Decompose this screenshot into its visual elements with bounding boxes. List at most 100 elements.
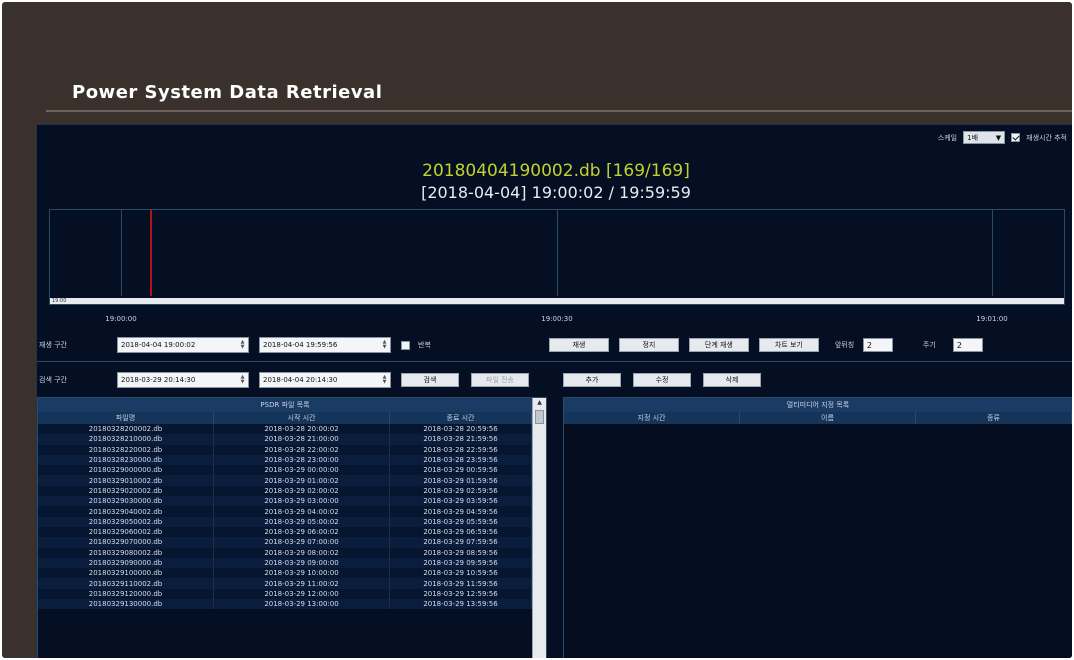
play-range-label: 재생 구간 [39, 341, 67, 349]
timeline-gridline [121, 210, 122, 296]
search-button[interactable]: 검색 [401, 373, 459, 387]
table-row[interactable]: 20180329050002.db 2018-03-29 05:00:02 2018… [38, 516, 532, 527]
step-play-button[interactable]: 단계 재생 [688, 338, 749, 352]
table-cell: 2018-03-29 08:00:02 [214, 547, 390, 558]
file-list-title: PSDR 파일 목록 [38, 398, 532, 412]
table-cell: 20180329000000.db [38, 465, 214, 476]
title-divider [46, 110, 1072, 112]
spinner-icon[interactable]: ▲ ▼ [381, 340, 388, 350]
table-row[interactable]: 20180329110002.db 2018-03-29 11:00:02 2018… [38, 578, 532, 589]
table-cell: 2018-03-28 22:00:02 [214, 444, 390, 455]
table-cell: 2018-03-29 12:59:56 [390, 588, 532, 600]
repeat-label: 반복 [418, 341, 431, 349]
table-row[interactable]: 20180329020002.db 2018-03-29 02:00:02 2018… [38, 485, 532, 497]
table-row[interactable]: 20180328230000.db 2018-03-28 23:00:00 2018… [38, 454, 532, 466]
table-cell: 20180329060002.db [38, 526, 214, 538]
table-cell: 20180329100000.db [38, 568, 214, 579]
follow-label: 재생시간 추적 [1026, 133, 1067, 142]
table-row[interactable]: 20180329100000.db 2018-03-29 10:00:00 2018… [38, 568, 532, 579]
table-cell: 20180329070000.db [38, 537, 214, 548]
search-start-value: 2018-03-29 20:14:30 [121, 376, 196, 384]
column-header[interactable]: 종류 [916, 412, 1072, 424]
table-cell: 2018-03-29 04:59:56 [390, 506, 532, 517]
table-cell: 2018-03-29 01:00:02 [214, 475, 390, 486]
table-row[interactable]: 20180329000000.db 2018-03-29 00:00:00 2018… [38, 465, 532, 476]
follow-checkbox[interactable] [1011, 133, 1021, 142]
table-row[interactable]: 20180329060002.db 2018-03-29 06:00:02 2018… [38, 526, 532, 538]
play-start-field[interactable]: 2018-04-04 19:00:02 ▲ ▼ [117, 337, 249, 353]
spinner-icon[interactable]: ▲ ▼ [239, 375, 246, 385]
table-row[interactable]: 20180329010002.db 2018-03-29 01:00:02 2018… [38, 475, 532, 486]
table-cell: 2018-03-29 00:59:56 [390, 465, 532, 476]
table-row[interactable]: 20180329130000.db 2018-03-29 13:00:00 2018… [38, 599, 532, 610]
table-cell: 2018-03-29 07:00:00 [214, 537, 390, 548]
column-header[interactable]: 이름 [740, 412, 916, 424]
table-cell: 2018-03-28 21:00:00 [214, 434, 390, 445]
table-cell: 2018-03-28 22:59:56 [390, 444, 532, 455]
table-cell: 20180328230000.db [38, 454, 214, 466]
table-cell: 20180329090000.db [38, 557, 214, 569]
scroll-up-icon[interactable]: ▲ [533, 398, 546, 408]
table-cell: 20180329020002.db [38, 485, 214, 497]
table-cell: 2018-03-28 23:59:56 [390, 454, 532, 466]
table-row[interactable]: 20180328200002.db 2018-03-28 20:00:02 2018… [38, 424, 532, 435]
column-header[interactable]: 파일명 [38, 412, 214, 424]
search-end-field[interactable]: 2018-04-04 20:14:30 ▲ ▼ [259, 372, 391, 388]
timeline-scrollbar[interactable]: 19:00 [50, 298, 1064, 304]
table-cell: 20180329120000.db [38, 588, 214, 600]
media-list-title: 멀티미디어 지정 목록 [564, 398, 1072, 412]
table-cell: 2018-03-29 02:59:56 [390, 485, 532, 497]
table-row[interactable]: 20180328220002.db 2018-03-28 22:00:02 2018… [38, 444, 532, 455]
column-header[interactable]: 시작 시간 [214, 412, 390, 424]
scale-select[interactable]: 1배 ▼ [963, 131, 1006, 144]
table-cell: 2018-03-28 23:00:00 [214, 454, 390, 466]
table-cell: 20180328200002.db [38, 424, 214, 435]
table-row[interactable]: 20180329070000.db 2018-03-29 07:00:00 2018… [38, 537, 532, 548]
table-cell: 2018-03-29 13:00:00 [214, 599, 390, 610]
table-cell: 2018-03-29 13:59:56 [390, 599, 532, 610]
table-cell: 2018-03-29 04:00:02 [214, 506, 390, 517]
table-row[interactable]: 20180329040002.db 2018-03-29 04:00:02 2018… [38, 506, 532, 517]
table-cell: 2018-03-29 00:00:00 [214, 465, 390, 476]
table-row[interactable]: 20180328210000.db 2018-03-28 21:00:00 2018… [38, 434, 532, 445]
table-cell: 20180328220002.db [38, 444, 214, 455]
cycle-input[interactable]: 2 [952, 338, 983, 352]
chart-view-button[interactable]: 차트 보기 [758, 338, 819, 352]
column-header[interactable]: 종료 시간 [390, 412, 532, 424]
table-row[interactable]: 20180329030000.db 2018-03-29 03:00:00 2018… [38, 496, 532, 507]
table-row[interactable]: 20180329080002.db 2018-03-29 08:00:02 2018… [38, 547, 532, 558]
play-end-field[interactable]: 2018-04-04 19:59:56 ▲ ▼ [259, 337, 391, 353]
table-cell: 2018-03-29 11:00:02 [214, 578, 390, 589]
repeat-checkbox[interactable] [401, 340, 410, 350]
table-cell: 2018-03-29 06:00:02 [214, 526, 390, 538]
scroll-thumb[interactable] [535, 410, 544, 424]
file-list-table: PSDR 파일 목록 파일명 시작 시간 종료 시간 2018032820000… [37, 397, 547, 658]
interval-label: 앞뒤칭 [834, 341, 855, 349]
search-start-field[interactable]: 2018-03-29 20:14:30 ▲ ▼ [117, 372, 249, 388]
interval-input[interactable]: 2 [862, 338, 893, 352]
table-cell: 2018-03-29 07:59:56 [390, 537, 532, 548]
table-row[interactable]: 20180329090000.db 2018-03-29 09:00:00 2018… [38, 557, 532, 569]
file-transfer-button[interactable]: 파일 전송 [471, 373, 529, 387]
play-button[interactable]: 재생 [548, 338, 609, 352]
timeline-cursor[interactable] [150, 210, 152, 296]
table-cell: 2018-03-29 09:59:56 [390, 557, 532, 569]
spinner-icon[interactable]: ▲ ▼ [239, 340, 246, 350]
stop-button[interactable]: 정지 [618, 338, 679, 352]
delete-button[interactable]: 삭제 [703, 373, 761, 387]
column-header[interactable]: 지정 시간 [564, 412, 740, 424]
spinner-icon[interactable]: ▲ ▼ [381, 375, 388, 385]
table-cell: 20180329110002.db [38, 578, 214, 589]
file-list-scrollbar[interactable]: ▲ [532, 398, 546, 658]
table-row[interactable]: 20180329120000.db 2018-03-29 12:00:00 2018… [38, 588, 532, 600]
table-cell: 2018-03-29 05:59:56 [390, 516, 532, 527]
timeline[interactable]: 19:00 [49, 209, 1065, 305]
add-button[interactable]: 추가 [563, 373, 621, 387]
current-file-title: 20180404190002.db [169/169] [422, 161, 690, 181]
table-cell: 2018-03-29 05:00:02 [214, 516, 390, 527]
edit-button[interactable]: 수정 [633, 373, 691, 387]
search-range-label: 검색 구간 [39, 376, 67, 384]
timeline-gridline [992, 210, 993, 296]
table-cell: 2018-03-29 12:00:00 [214, 588, 390, 600]
file-list-body: 20180328200002.db 2018-03-28 20:00:02 2018… [38, 424, 532, 610]
